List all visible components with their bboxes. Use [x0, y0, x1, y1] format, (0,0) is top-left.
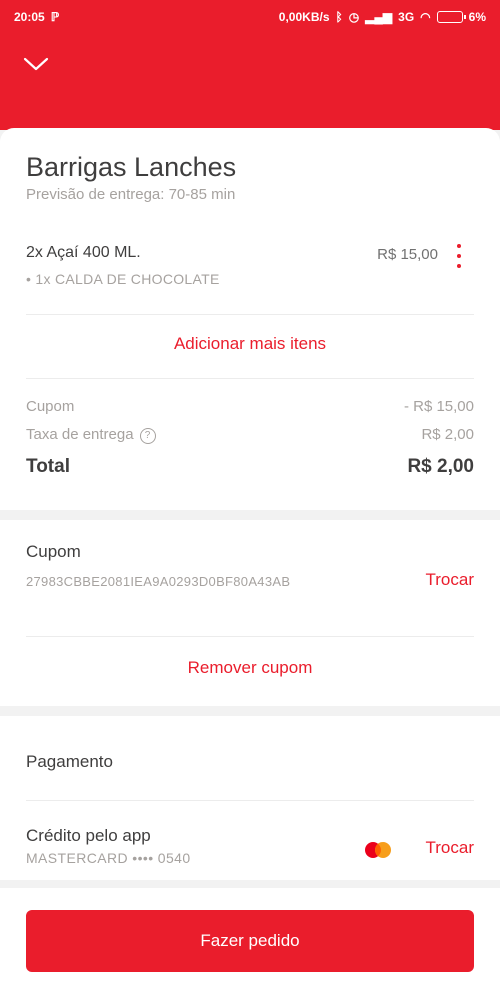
info-icon[interactable]: ? [139, 428, 156, 444]
coupon-section-title: Cupom [26, 542, 81, 561]
alarm-icon: ◷ [348, 10, 360, 24]
wifi-icon: ◠ [420, 10, 431, 24]
status-bar: 20:05 ℙ 0,00KB/s ᛒ ◷ ▂▄▆ 3G ◠ 6% [0, 0, 500, 34]
mastercard-icon [365, 842, 391, 858]
payment-card: MASTERCARD •••• 0540 [26, 850, 191, 866]
battery-level: 6% [468, 10, 486, 24]
payment-method: Crédito pelo app [26, 826, 151, 845]
cart-item-title: 2x Açaí 400 ML. [26, 244, 141, 261]
section-separator [0, 510, 500, 520]
status-time: 20:05 [14, 10, 45, 24]
summary-coupon-value: - R$ 15,00 [403, 398, 474, 415]
change-payment-button[interactable]: Trocar [426, 838, 475, 858]
bluetooth-icon: ᛒ [335, 10, 343, 24]
divider [26, 800, 474, 801]
cart-item-detail: • 1x CALDA DE CHOCOLATE [26, 271, 220, 287]
section-separator [0, 706, 500, 716]
delivery-estimate: Previsão de entrega: 70-85 min [26, 186, 236, 203]
summary-delivery-row: Taxa de entrega? [26, 426, 156, 444]
restaurant-name: Barrigas Lanches [26, 152, 237, 182]
summary-delivery-value: R$ 2,00 [421, 426, 474, 443]
header-bar: 20:05 ℙ 0,00KB/s ᛒ ◷ ▂▄▆ 3G ◠ 6% [0, 0, 500, 130]
summary-delivery-label: Taxa de entrega [26, 426, 134, 443]
add-more-items-link[interactable]: Adicionar mais itens [0, 334, 500, 354]
divider [26, 636, 474, 637]
payment-section-title: Pagamento [26, 752, 113, 771]
place-order-button[interactable]: Fazer pedido [26, 910, 474, 972]
coupon-code: 27983CBBE2081IEA9A0293D0BF80A43AB [26, 574, 291, 589]
order-sheet: Barrigas Lanches Previsão de entrega: 70… [0, 128, 500, 1000]
item-options-icon[interactable] [454, 244, 464, 268]
notification-icon: ℙ [50, 10, 60, 24]
remove-coupon-button[interactable]: Remover cupom [0, 658, 500, 678]
signal-icon: ▂▄▆ [365, 10, 393, 24]
change-coupon-button[interactable]: Trocar [426, 570, 475, 590]
section-separator [0, 880, 500, 888]
network-type: 3G [398, 10, 415, 24]
summary-coupon-label: Cupom [26, 398, 75, 415]
chevron-down-icon[interactable] [22, 54, 50, 74]
divider [26, 314, 474, 315]
cart-item-price: R$ 15,00 [377, 246, 438, 263]
total-value: R$ 2,00 [407, 456, 474, 477]
battery-icon [436, 11, 466, 23]
total-label: Total [26, 456, 70, 477]
network-speed: 0,00KB/s [278, 10, 330, 24]
divider [26, 378, 474, 379]
